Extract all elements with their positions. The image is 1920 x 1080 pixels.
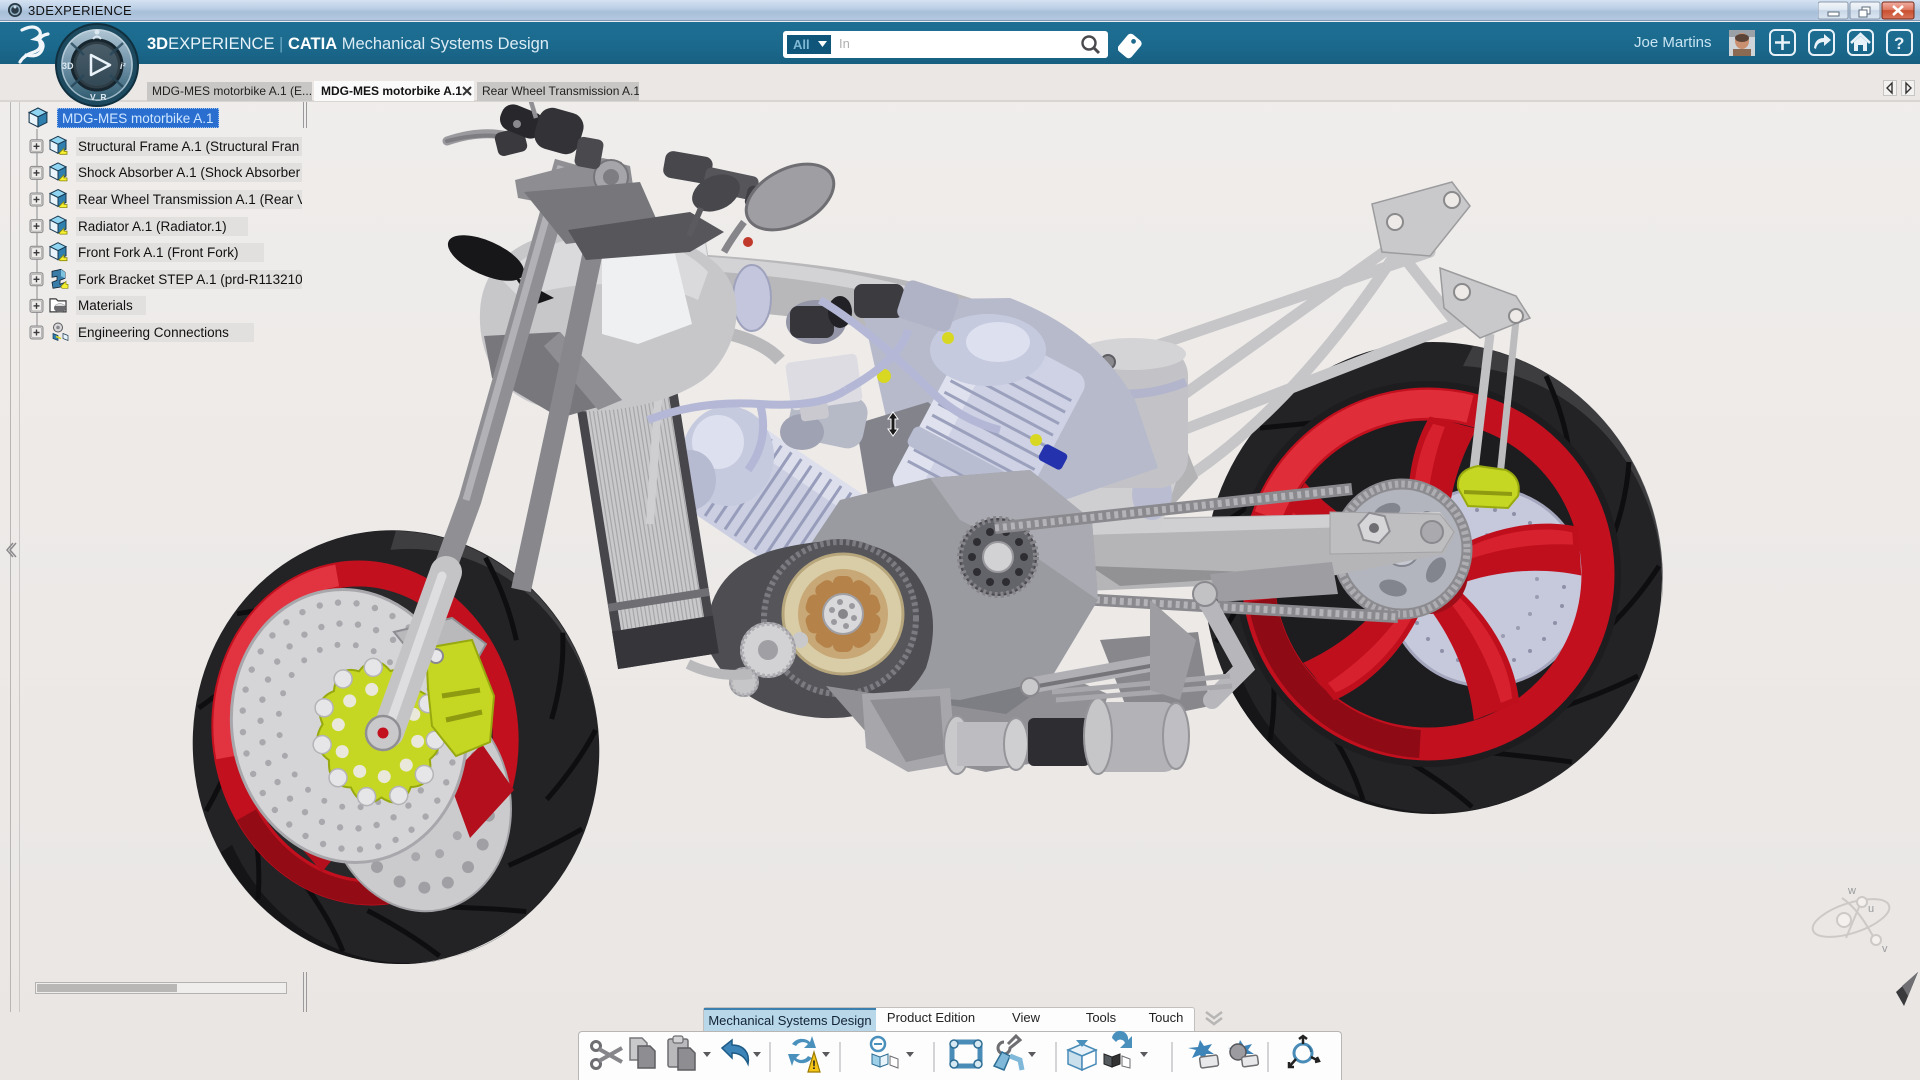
svg-text:!: !	[812, 1058, 816, 1072]
svg-text:3D: 3D	[62, 61, 74, 71]
svg-text:?: ?	[1894, 34, 1904, 53]
svg-text:V_R: V_R	[90, 92, 107, 102]
